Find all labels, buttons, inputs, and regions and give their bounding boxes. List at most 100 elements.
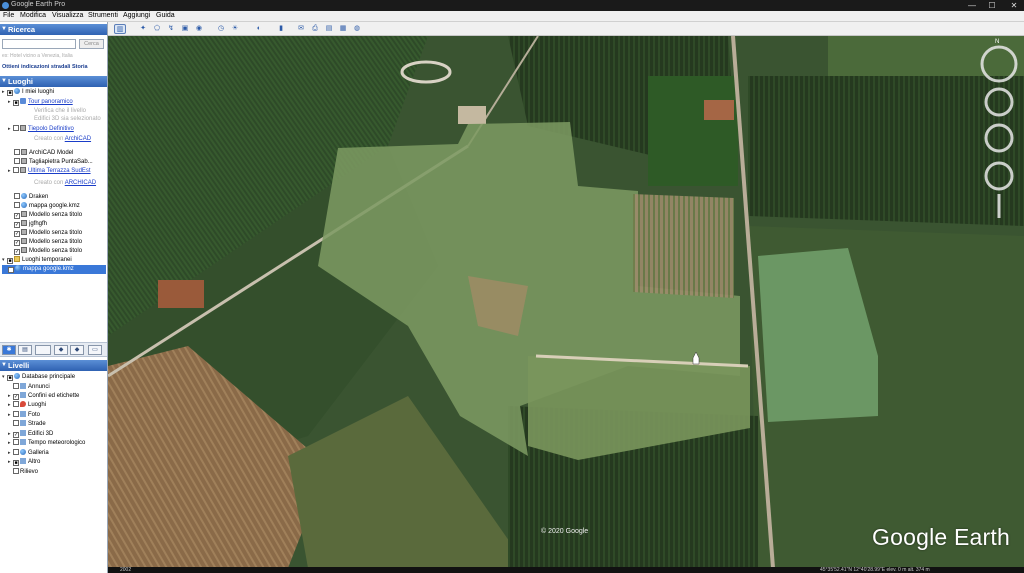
collapse-triangle-icon[interactable]: ▼ xyxy=(1,360,7,371)
place-item-mappa-google[interactable]: mappa google.kmz xyxy=(14,202,80,211)
layer-item-annunci[interactable]: Annunci xyxy=(8,383,50,392)
checkbox[interactable]: ■ xyxy=(7,375,13,381)
checkbox[interactable]: ✓ xyxy=(13,394,19,400)
place-link[interactable]: Tiepolo Definitivo xyxy=(28,126,74,132)
place-link[interactable]: Ultima Terrazza SudEst xyxy=(28,168,91,174)
imagery-year[interactable]: 2002 xyxy=(120,567,131,573)
search-panel-header[interactable]: ▼ Ricerca xyxy=(0,24,107,35)
polygon-icon[interactable]: ⬠ xyxy=(152,24,162,34)
place-item-terrazza[interactable]: ▸ Ultima Terrazza SudEst xyxy=(8,167,91,176)
earth-map-view[interactable]: N © 2020 Google Google Earth xyxy=(108,36,1024,568)
checkbox[interactable] xyxy=(13,411,19,417)
search-links[interactable]: Ottieni indicazioni stradali Storia xyxy=(2,64,88,70)
place-item-jgfhgfh[interactable]: ✓ jgfhgfh xyxy=(14,220,47,229)
checkbox[interactable]: ✓ xyxy=(13,432,19,438)
search-places-button[interactable]: ✱ xyxy=(2,345,16,355)
checkbox[interactable] xyxy=(13,383,19,389)
checkbox[interactable] xyxy=(13,449,19,455)
search-input[interactable] xyxy=(2,39,76,49)
search-places-field[interactable] xyxy=(35,345,51,355)
sidebar-toggle-icon[interactable]: ▥ xyxy=(114,24,126,34)
tour-icon xyxy=(20,98,26,104)
checkbox[interactable]: ■ xyxy=(7,90,13,96)
path-icon[interactable]: ↯ xyxy=(166,24,176,34)
layer-item-strade[interactable]: Strade xyxy=(8,420,46,429)
menu-guida[interactable]: Guida xyxy=(156,12,175,19)
place-link[interactable]: Tour panoramico xyxy=(28,99,73,105)
model-icon xyxy=(21,238,27,244)
placemark-icon[interactable]: ✦ xyxy=(138,24,148,34)
layers-panel-header[interactable]: ▼ Livelli xyxy=(0,360,107,371)
place-item-draken[interactable]: Draken xyxy=(14,193,48,202)
ruler-icon[interactable]: ▮ xyxy=(276,24,286,34)
layer-item-luoghi[interactable]: ▸ Luoghi xyxy=(8,401,46,410)
image-overlay-icon[interactable]: ▣ xyxy=(180,24,190,34)
planets-icon[interactable]: ◐ xyxy=(254,24,264,34)
move-down-button[interactable]: ◆ xyxy=(70,345,84,355)
checkbox[interactable] xyxy=(13,401,19,407)
checkbox[interactable]: ✓ xyxy=(14,240,20,246)
layer-item-galleria[interactable]: ▸ Galleria xyxy=(8,449,49,458)
place-item-tiepolo[interactable]: ▸ Tiepolo Definitivo xyxy=(8,125,74,134)
place-item-modello[interactable]: ✓ Modello senza titolo xyxy=(14,238,82,247)
checkbox[interactable]: ■ xyxy=(13,460,19,466)
checkbox[interactable] xyxy=(14,149,20,155)
save-image-icon[interactable]: ▤ xyxy=(324,24,334,34)
layer-item-meteo[interactable]: ▸ Tempo meteorologico xyxy=(8,439,85,448)
add-folder-button[interactable]: ▭ xyxy=(88,345,102,355)
checkbox[interactable]: ■ xyxy=(13,100,19,106)
menu-modifica[interactable]: Modifica xyxy=(20,12,46,19)
checkbox[interactable]: ■ xyxy=(7,258,13,264)
place-item-mappa-google-selected[interactable]: ✓ mappa google.kmz xyxy=(2,265,106,274)
checkbox[interactable]: ✓ xyxy=(8,267,14,273)
place-item-modello[interactable]: ✓ Modello senza titolo xyxy=(14,211,82,220)
email-icon[interactable]: ✉ xyxy=(296,24,306,34)
layer-item-confini[interactable]: ▸ ✓ Confini ed etichette xyxy=(8,392,79,401)
place-item-tagliapietra[interactable]: Tagliapietra PuntaSab... xyxy=(14,158,93,167)
print-icon[interactable]: ⎙ xyxy=(310,24,320,34)
menu-visualizza[interactable]: Visualizza xyxy=(52,12,83,19)
menu-aggiungi[interactable]: Aggiungi xyxy=(123,12,150,19)
place-item-archicad-model[interactable]: ArchiCAD Model xyxy=(14,149,73,158)
checkbox[interactable] xyxy=(13,468,19,474)
move-up-button[interactable]: ◆ xyxy=(54,345,68,355)
menu-strumenti[interactable]: Strumenti xyxy=(88,12,118,19)
sunlight-icon[interactable]: ☀ xyxy=(230,24,240,34)
place-item-temporary[interactable]: ▾ ■ Luoghi temporanei xyxy=(2,256,72,265)
checkbox[interactable] xyxy=(13,125,19,131)
archicad-link[interactable]: ArchiCAD xyxy=(65,136,91,142)
checkbox[interactable]: ✓ xyxy=(14,249,20,255)
web-icon[interactable]: ◍ xyxy=(352,24,362,34)
place-item-modello[interactable]: ✓ Modello senza titolo xyxy=(14,229,82,238)
checkbox[interactable]: ✓ xyxy=(14,213,20,219)
minimize-button[interactable]: — xyxy=(964,0,980,11)
layer-item-database[interactable]: ▾ ■ Database principale xyxy=(2,373,75,382)
checkbox[interactable] xyxy=(13,420,19,426)
search-places-button[interactable]: ▤ xyxy=(18,345,32,355)
place-item-my-places[interactable]: ▸ ■ I miei luoghi xyxy=(2,88,54,97)
place-item-tour[interactable]: ▸ ■ Tour panoramico xyxy=(8,98,73,107)
place-item-modello[interactable]: ✓ Modello senza titolo xyxy=(14,247,82,256)
checkbox[interactable] xyxy=(13,439,19,445)
checkbox[interactable] xyxy=(14,193,20,199)
collapse-triangle-icon[interactable]: ▼ xyxy=(1,24,7,35)
close-button[interactable]: ✕ xyxy=(1006,0,1022,11)
layer-item-rilievo[interactable]: Rilievo xyxy=(8,468,38,477)
maximize-button[interactable]: ☐ xyxy=(984,0,1000,11)
checkbox[interactable]: ✓ xyxy=(14,231,20,237)
layer-item-edifici[interactable]: ▸ ✓ Edifici 3D xyxy=(8,430,53,439)
checkbox[interactable] xyxy=(14,202,20,208)
checkbox[interactable] xyxy=(14,158,20,164)
record-tour-icon[interactable]: ◉ xyxy=(194,24,204,34)
collapse-triangle-icon[interactable]: ▼ xyxy=(1,76,7,87)
search-button[interactable]: Cerca xyxy=(79,39,104,49)
layer-item-altro[interactable]: ▸ ■ Altro xyxy=(8,458,40,467)
layer-item-foto[interactable]: ▸ Foto xyxy=(8,411,40,420)
menu-file[interactable]: File xyxy=(3,12,14,19)
historical-imagery-icon[interactable]: ◷ xyxy=(216,24,226,34)
checkbox[interactable] xyxy=(13,167,19,173)
places-panel-header[interactable]: ▼ Luoghi xyxy=(0,76,107,87)
archicad-link[interactable]: ARCHICAD xyxy=(65,180,96,186)
checkbox[interactable]: ✓ xyxy=(14,222,20,228)
view-in-maps-icon[interactable]: ▦ xyxy=(338,24,348,34)
